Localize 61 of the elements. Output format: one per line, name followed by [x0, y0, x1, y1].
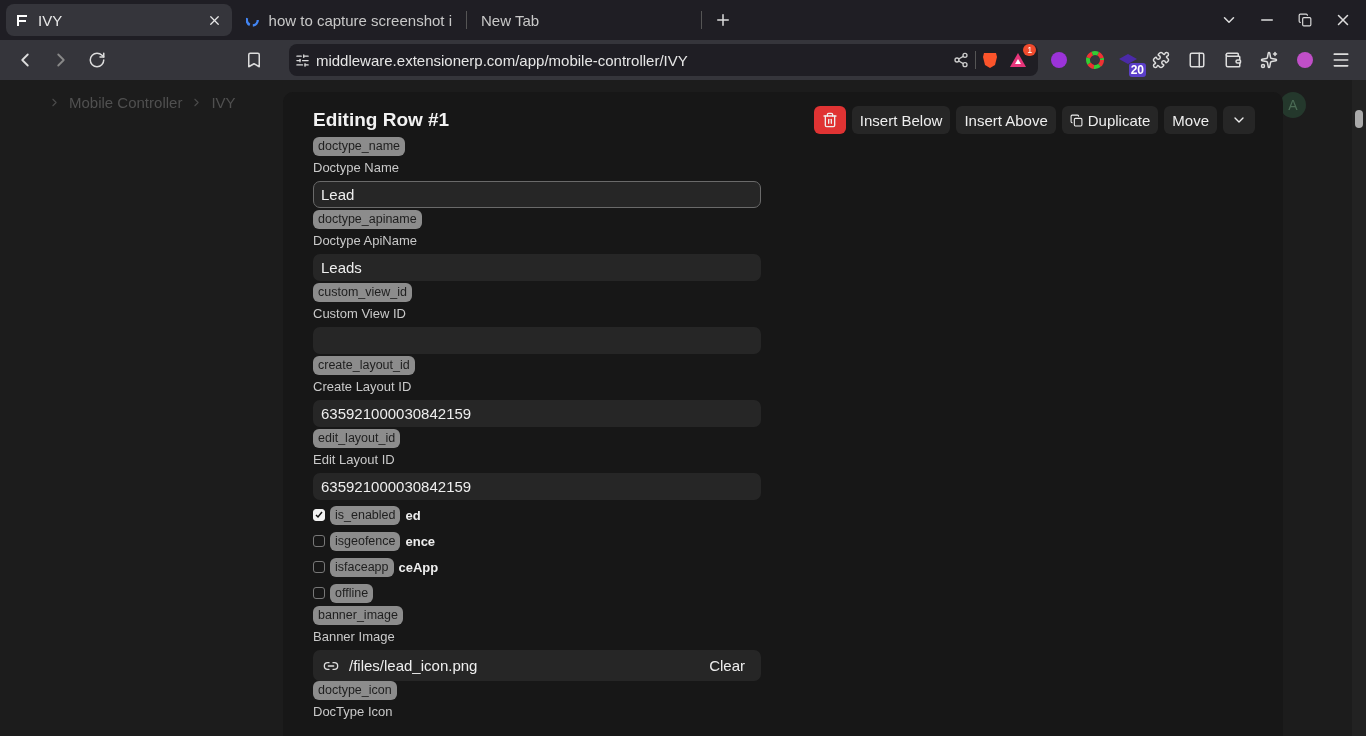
field-label: Edit Layout ID: [313, 452, 395, 467]
field-tag: isgeofence: [330, 531, 401, 551]
field-label: Doctype ApiName: [313, 233, 418, 248]
field-tag: is_enabled: [330, 505, 401, 525]
profile-icon[interactable]: [1296, 51, 1314, 69]
sidebar-icon[interactable]: [1188, 51, 1206, 69]
field-tag: doctype_name: [313, 137, 405, 156]
restore-icon[interactable]: [1298, 13, 1312, 27]
checkbox-label: ence: [405, 533, 436, 549]
browser-tab[interactable]: New Tab: [471, 4, 697, 36]
field-label: Banner Image: [313, 629, 395, 644]
extensions-icon[interactable]: [1152, 51, 1170, 69]
dialog-title: Editing Row #1: [313, 109, 450, 131]
copy-icon: [1069, 113, 1083, 127]
notification-badge: 1: [1023, 44, 1037, 56]
wallet-icon[interactable]: [1224, 51, 1242, 69]
browser-tab[interactable]: how to capture screenshot i: [236, 4, 462, 36]
attachment-path: /files/lead_icon.png: [349, 657, 479, 674]
trash-icon: [821, 112, 838, 128]
share-icon[interactable]: [953, 52, 970, 68]
input-field[interactable]: Leads: [313, 254, 761, 281]
delete-button[interactable]: [813, 106, 846, 134]
checkbox-label: ed: [405, 507, 421, 523]
reload-icon[interactable]: [88, 51, 106, 69]
count-badge: 20: [1128, 63, 1146, 77]
field-tag: doctype_apiname: [313, 210, 422, 229]
app-logo-icon: [16, 13, 28, 27]
address-bar[interactable]: middleware.extensionerp.com/app/mobile-controller/IVY: [315, 51, 948, 69]
clear-button[interactable]: Clear: [703, 656, 751, 675]
input-field[interactable]: 635921000030842159: [313, 400, 761, 427]
more-button[interactable]: [1223, 106, 1255, 134]
checkbox-label: ceApp: [398, 559, 439, 575]
field-tag: edit_layout_id: [313, 429, 401, 448]
field-label: DocType Icon: [313, 704, 393, 719]
field-tag: create_layout_id: [313, 356, 415, 375]
field-tag: offline: [330, 583, 374, 603]
duplicate-button[interactable]: Duplicate: [1061, 106, 1159, 134]
browser-tab[interactable]: IVY: [6, 4, 232, 36]
scrollbar[interactable]: [1352, 80, 1366, 736]
menu-icon[interactable]: [1331, 50, 1351, 70]
field-label: Create Layout ID: [313, 379, 412, 394]
triangle-icon[interactable]: [1009, 52, 1028, 68]
field-tag: isfaceapp: [330, 557, 394, 577]
field-tag: doctype_icon: [313, 681, 397, 700]
field-tag: custom_view_id: [313, 283, 412, 302]
checkbox[interactable]: [313, 587, 325, 599]
site-settings-icon[interactable]: [294, 52, 310, 68]
sparkle-icon[interactable]: [1260, 51, 1278, 69]
checkbox[interactable]: [313, 535, 325, 547]
input-field[interactable]: Lead: [313, 181, 761, 208]
field-tag: banner_image: [313, 606, 403, 625]
action-button[interactable]: Move: [1164, 106, 1217, 134]
action-button[interactable]: Insert Above: [956, 106, 1056, 134]
new-tab-icon[interactable]: [714, 11, 732, 29]
field-label: Doctype Name: [313, 160, 399, 175]
checkbox[interactable]: [313, 561, 325, 573]
action-button[interactable]: Insert Below: [851, 106, 951, 134]
input-field[interactable]: 635921000030842159: [313, 473, 761, 500]
field-label: Custom View ID: [313, 306, 406, 321]
color-wheel-icon[interactable]: [1086, 51, 1105, 69]
attachment-field[interactable]: /files/lead_icon.png Clear: [313, 650, 761, 681]
